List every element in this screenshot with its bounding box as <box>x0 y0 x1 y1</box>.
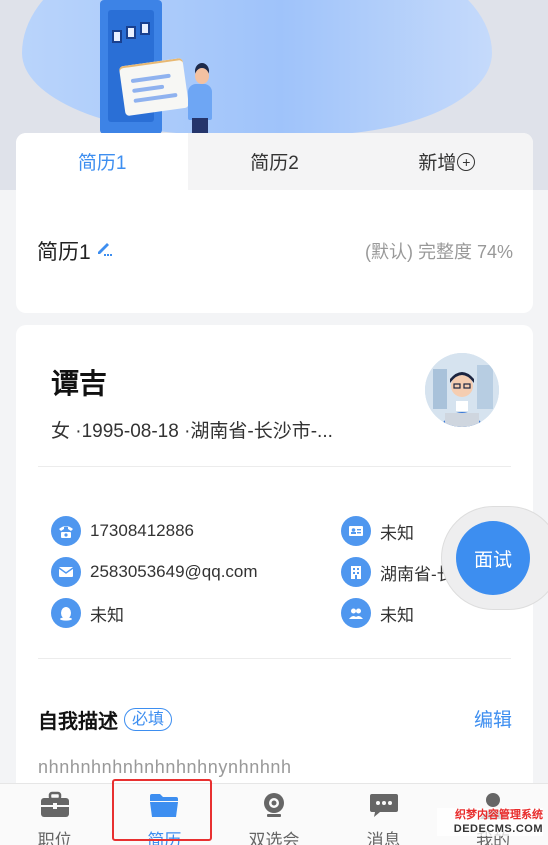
chat-bubble-icon <box>368 791 400 824</box>
contact-email: 2583053649@qq.com <box>51 557 258 587</box>
envelope-icon <box>51 557 81 587</box>
contact-marital: 未知 <box>341 598 414 628</box>
resume-summary-row: 简历1 (默认) 完整度 74% <box>37 236 513 266</box>
plus-circle-icon: + <box>457 152 476 171</box>
nav-item-job-fair[interactable]: 双选会 <box>219 784 329 845</box>
folder-icon <box>148 791 180 824</box>
users-icon <box>341 598 371 628</box>
tab-resume-2[interactable]: 简历2 <box>188 133 361 190</box>
building-icon <box>341 557 371 587</box>
phone-icon <box>51 516 81 546</box>
required-badge: 必填 <box>124 708 173 731</box>
profile-name: 谭吉 <box>51 368 108 399</box>
divider <box>38 466 511 467</box>
id-card-icon <box>341 516 371 546</box>
contact-id-card: 未知 <box>341 516 414 546</box>
contact-hometown: 湖南省-长 <box>341 557 454 587</box>
edit-self-description-link[interactable]: 编辑 <box>474 705 512 732</box>
resume-title: 简历1 <box>37 241 91 264</box>
illustration-paper <box>118 57 190 117</box>
webcam-icon <box>258 791 290 824</box>
tab-add-resume[interactable]: 新增 + <box>360 133 533 190</box>
avatar[interactable] <box>425 353 499 427</box>
divider <box>38 658 511 659</box>
nav-item-resume[interactable]: 简历 <box>110 784 220 845</box>
nav-item-jobs[interactable]: 职位 <box>0 784 110 845</box>
contact-phone: 17308412886 <box>51 516 194 546</box>
resume-completeness: (默认) 完整度 74% <box>364 242 513 262</box>
contact-qq: 未知 <box>51 598 124 628</box>
resume-selector-card: 简历1 简历2 新增 + 简历1 (默认) 完整度 74% <box>16 133 533 313</box>
briefcase-icon <box>39 791 71 824</box>
qq-penguin-icon <box>51 598 81 628</box>
illustration-person <box>195 68 209 84</box>
resume-tabs: 简历1 简历2 新增 + <box>16 133 533 190</box>
self-description-title: 自我描述 必填 <box>38 705 173 734</box>
illustration-blob <box>22 0 492 135</box>
profile-basic-info: 女 ·1995-08-18 ·湖南省-长沙市-... <box>51 421 333 442</box>
nav-item-messages[interactable]: 消息 <box>329 784 439 845</box>
watermark: 织梦内容管理系统 DEDECMS.COM <box>437 808 543 836</box>
tab-resume-1[interactable]: 简历1 <box>16 133 189 190</box>
self-description-content: nhnhnhnhnhnhnhnhnynhnhnh <box>38 757 292 777</box>
pencil-icon[interactable] <box>95 239 113 263</box>
interview-float-button[interactable]: 面试 <box>456 521 530 595</box>
